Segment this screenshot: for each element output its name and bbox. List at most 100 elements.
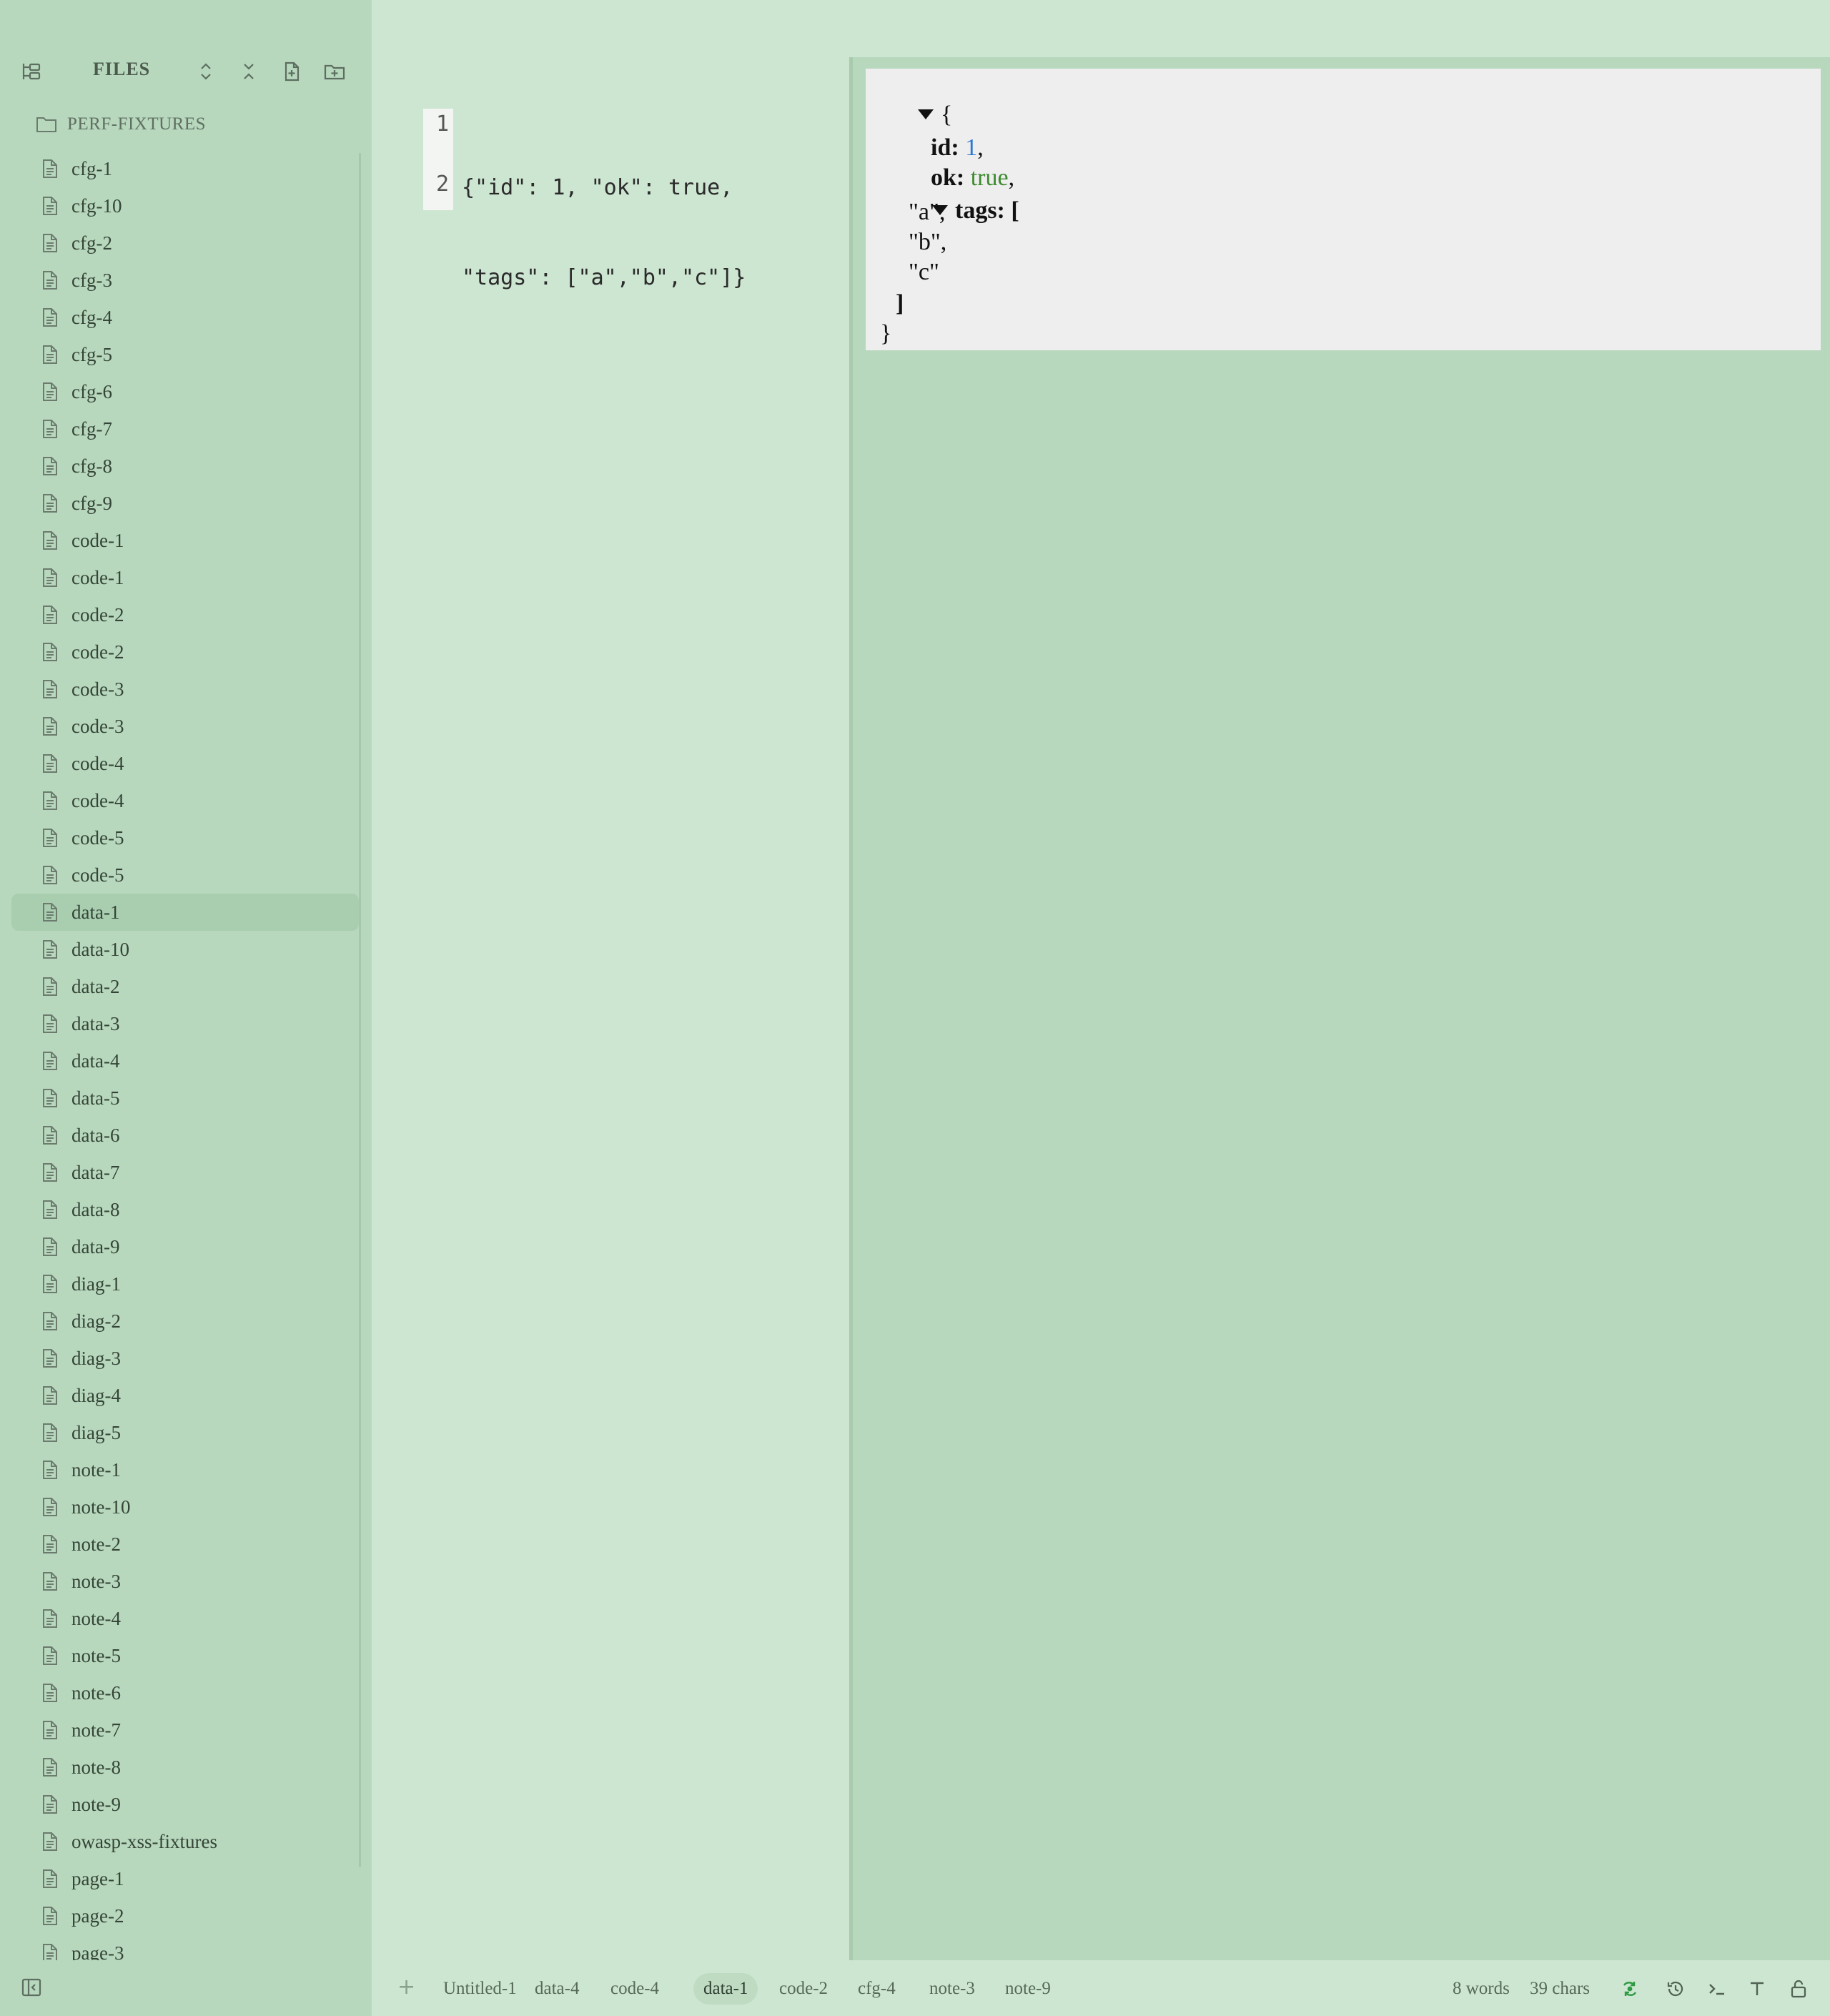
file-item[interactable]: note-4 <box>11 1600 359 1637</box>
tree-view-icon[interactable] <box>17 57 46 86</box>
file-icon <box>41 902 59 922</box>
file-item[interactable]: cfg-5 <box>11 336 359 373</box>
file-item[interactable]: cfg-8 <box>11 448 359 485</box>
file-icon <box>41 568 59 588</box>
file-label: data-2 <box>71 975 120 997</box>
file-item[interactable]: data-4 <box>11 1042 359 1079</box>
file-item[interactable]: diag-5 <box>11 1414 359 1451</box>
file-icon <box>41 456 59 476</box>
new-tab-button[interactable]: + <box>397 1975 415 2000</box>
file-item[interactable]: data-8 <box>11 1191 359 1228</box>
json-row-tags[interactable]: tags: [ <box>896 166 1019 224</box>
file-item[interactable]: diag-4 <box>11 1377 359 1414</box>
file-icon <box>41 1051 59 1071</box>
history-icon[interactable] <box>1663 1976 1688 2002</box>
file-item[interactable]: note-3 <box>11 1563 359 1600</box>
file-item[interactable]: cfg-10 <box>11 187 359 224</box>
char-count: 39 chars <box>1530 1979 1590 1998</box>
code-editor[interactable]: 1 2 {"id": 1, "ok": true, "tags": ["a","… <box>372 0 849 1960</box>
lock-icon[interactable] <box>1786 1976 1811 2002</box>
file-item[interactable]: data-5 <box>11 1079 359 1117</box>
file-icon <box>41 605 59 625</box>
file-item[interactable]: data-9 <box>11 1228 359 1265</box>
file-item[interactable]: code-3 <box>11 708 359 745</box>
file-icon <box>41 1646 59 1666</box>
tab-cfg-4[interactable]: cfg-4 <box>848 1973 906 2005</box>
new-folder-icon[interactable] <box>320 57 349 86</box>
file-label: page-2 <box>71 1904 124 1927</box>
file-item[interactable]: diag-2 <box>11 1303 359 1340</box>
file-icon <box>41 1757 59 1777</box>
line-number: 2 <box>435 172 449 197</box>
code-line: {"id": 1, "ok": true, <box>462 175 733 200</box>
file-label: page-1 <box>71 1867 124 1889</box>
file-item[interactable]: note-1 <box>11 1451 359 1488</box>
file-item[interactable]: code-5 <box>11 856 359 894</box>
tab-untitled-1[interactable]: Untitled-1 <box>433 1973 527 2005</box>
file-item[interactable]: code-5 <box>11 819 359 856</box>
file-item[interactable]: cfg-6 <box>11 373 359 410</box>
file-item[interactable]: cfg-2 <box>11 224 359 262</box>
file-item[interactable]: code-2 <box>11 596 359 633</box>
file-item[interactable]: code-4 <box>11 782 359 819</box>
collapse-all-icon[interactable] <box>234 57 263 86</box>
file-icon <box>41 530 59 550</box>
file-icon <box>41 1200 59 1220</box>
file-item[interactable]: note-10 <box>11 1488 359 1526</box>
file-item[interactable]: diag-3 <box>11 1340 359 1377</box>
file-label: code-4 <box>71 789 124 811</box>
json-root-row[interactable]: { <box>881 70 952 128</box>
file-item[interactable]: note-2 <box>11 1526 359 1563</box>
file-item[interactable]: page-3 <box>11 1935 359 1960</box>
file-label: note-1 <box>71 1458 121 1481</box>
file-item[interactable]: note-8 <box>11 1749 359 1786</box>
file-item[interactable]: cfg-4 <box>11 299 359 336</box>
sidebar-scrollbar[interactable] <box>359 153 361 1867</box>
file-item[interactable]: note-6 <box>11 1674 359 1711</box>
file-icon <box>41 270 59 290</box>
file-item[interactable]: cfg-3 <box>11 262 359 299</box>
tab-code-4[interactable]: code-4 <box>600 1973 669 2005</box>
tab-data-1[interactable]: data-1 <box>693 1973 758 2005</box>
terminal-icon[interactable] <box>1704 1976 1730 2002</box>
file-label: data-3 <box>71 1012 120 1034</box>
code-content[interactable]: {"id": 1, "ok": true, "tags": ["a","b","… <box>462 113 834 353</box>
new-file-icon[interactable] <box>277 57 306 86</box>
tab-note-3[interactable]: note-3 <box>919 1973 985 2005</box>
file-label: note-3 <box>71 1570 121 1592</box>
file-item[interactable]: note-5 <box>11 1637 359 1674</box>
file-item[interactable]: code-1 <box>11 522 359 559</box>
file-item[interactable]: owasp-xss-fixtures <box>11 1823 359 1860</box>
file-item[interactable]: code-2 <box>11 633 359 671</box>
tab-code-2[interactable]: code-2 <box>769 1973 838 2005</box>
file-item[interactable]: data-1 <box>11 894 359 931</box>
file-item[interactable]: cfg-7 <box>11 410 359 448</box>
json-array-close: ] <box>896 290 904 317</box>
file-item[interactable]: note-7 <box>11 1711 359 1749</box>
root-folder[interactable]: PERF-FIXTURES <box>36 109 206 140</box>
file-item[interactable]: cfg-1 <box>11 150 359 187</box>
file-item[interactable]: data-3 <box>11 1005 359 1042</box>
sidebar-toggle-icon[interactable] <box>19 1975 44 2000</box>
file-item[interactable]: cfg-9 <box>11 485 359 522</box>
file-item[interactable]: diag-1 <box>11 1265 359 1303</box>
sync-icon[interactable] <box>1617 1976 1643 2002</box>
file-label: note-2 <box>71 1533 121 1555</box>
file-item[interactable]: data-2 <box>11 968 359 1005</box>
text-format-icon[interactable] <box>1744 1976 1770 2002</box>
file-item[interactable]: code-1 <box>11 559 359 596</box>
file-item[interactable]: page-2 <box>11 1897 359 1935</box>
file-item[interactable]: page-1 <box>11 1860 359 1897</box>
tab-data-4[interactable]: data-4 <box>525 1973 589 2005</box>
file-label: code-4 <box>71 752 124 774</box>
expand-all-icon[interactable] <box>192 57 220 86</box>
tab-note-9[interactable]: note-9 <box>995 1973 1061 2005</box>
file-item[interactable]: data-10 <box>11 931 359 968</box>
file-item[interactable]: data-7 <box>11 1154 359 1191</box>
file-item[interactable]: code-3 <box>11 671 359 708</box>
file-item[interactable]: note-9 <box>11 1786 359 1823</box>
file-item[interactable]: code-4 <box>11 745 359 782</box>
json-root-close: } <box>880 320 892 347</box>
file-item[interactable]: data-6 <box>11 1117 359 1154</box>
file-label: cfg-4 <box>71 306 112 328</box>
